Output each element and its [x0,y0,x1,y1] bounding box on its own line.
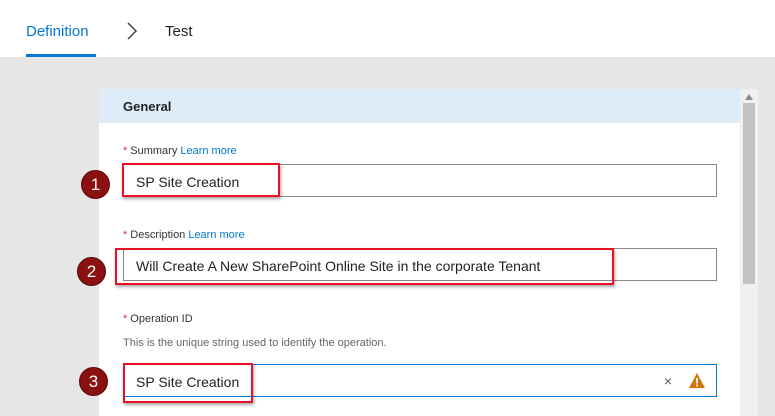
annotation-highlight-operation-id [123,363,253,403]
description-label-text: Description [130,229,186,241]
callout-badge-3: 3 [79,367,108,396]
operation-id-label: * Operation ID [123,313,193,325]
operation-id-label-text: Operation ID [130,313,193,325]
callout-badge-2: 2 [77,257,106,286]
required-mark: * [123,145,128,157]
tab-definition-active-indicator [26,54,96,57]
annotation-highlight-summary [122,163,280,197]
description-learn-more-link[interactable]: Learn more [188,229,244,241]
scroll-up-arrow-icon[interactable] [744,93,754,101]
annotation-highlight-description [115,248,614,285]
section-header[interactable]: General [99,89,740,123]
clear-icon[interactable]: × [664,373,672,389]
required-mark: * [123,229,128,241]
top-tab-bar: Definition Test [0,0,775,57]
required-mark: * [123,313,128,325]
scrollbar-thumb[interactable] [743,103,755,284]
chevron-right-icon [127,22,138,40]
description-label: * Description Learn more [123,229,245,241]
callout-badge-1: 1 [81,170,110,199]
operation-id-hint: This is the unique string used to identi… [123,337,387,349]
tab-definition[interactable]: Definition [26,23,89,40]
section-title: General [123,99,172,114]
warning-icon [689,373,705,388]
tab-test[interactable]: Test [165,23,193,40]
summary-learn-more-link[interactable]: Learn more [180,145,236,157]
summary-label-text: Summary [130,145,178,157]
summary-label: * Summary Learn more [123,145,237,157]
